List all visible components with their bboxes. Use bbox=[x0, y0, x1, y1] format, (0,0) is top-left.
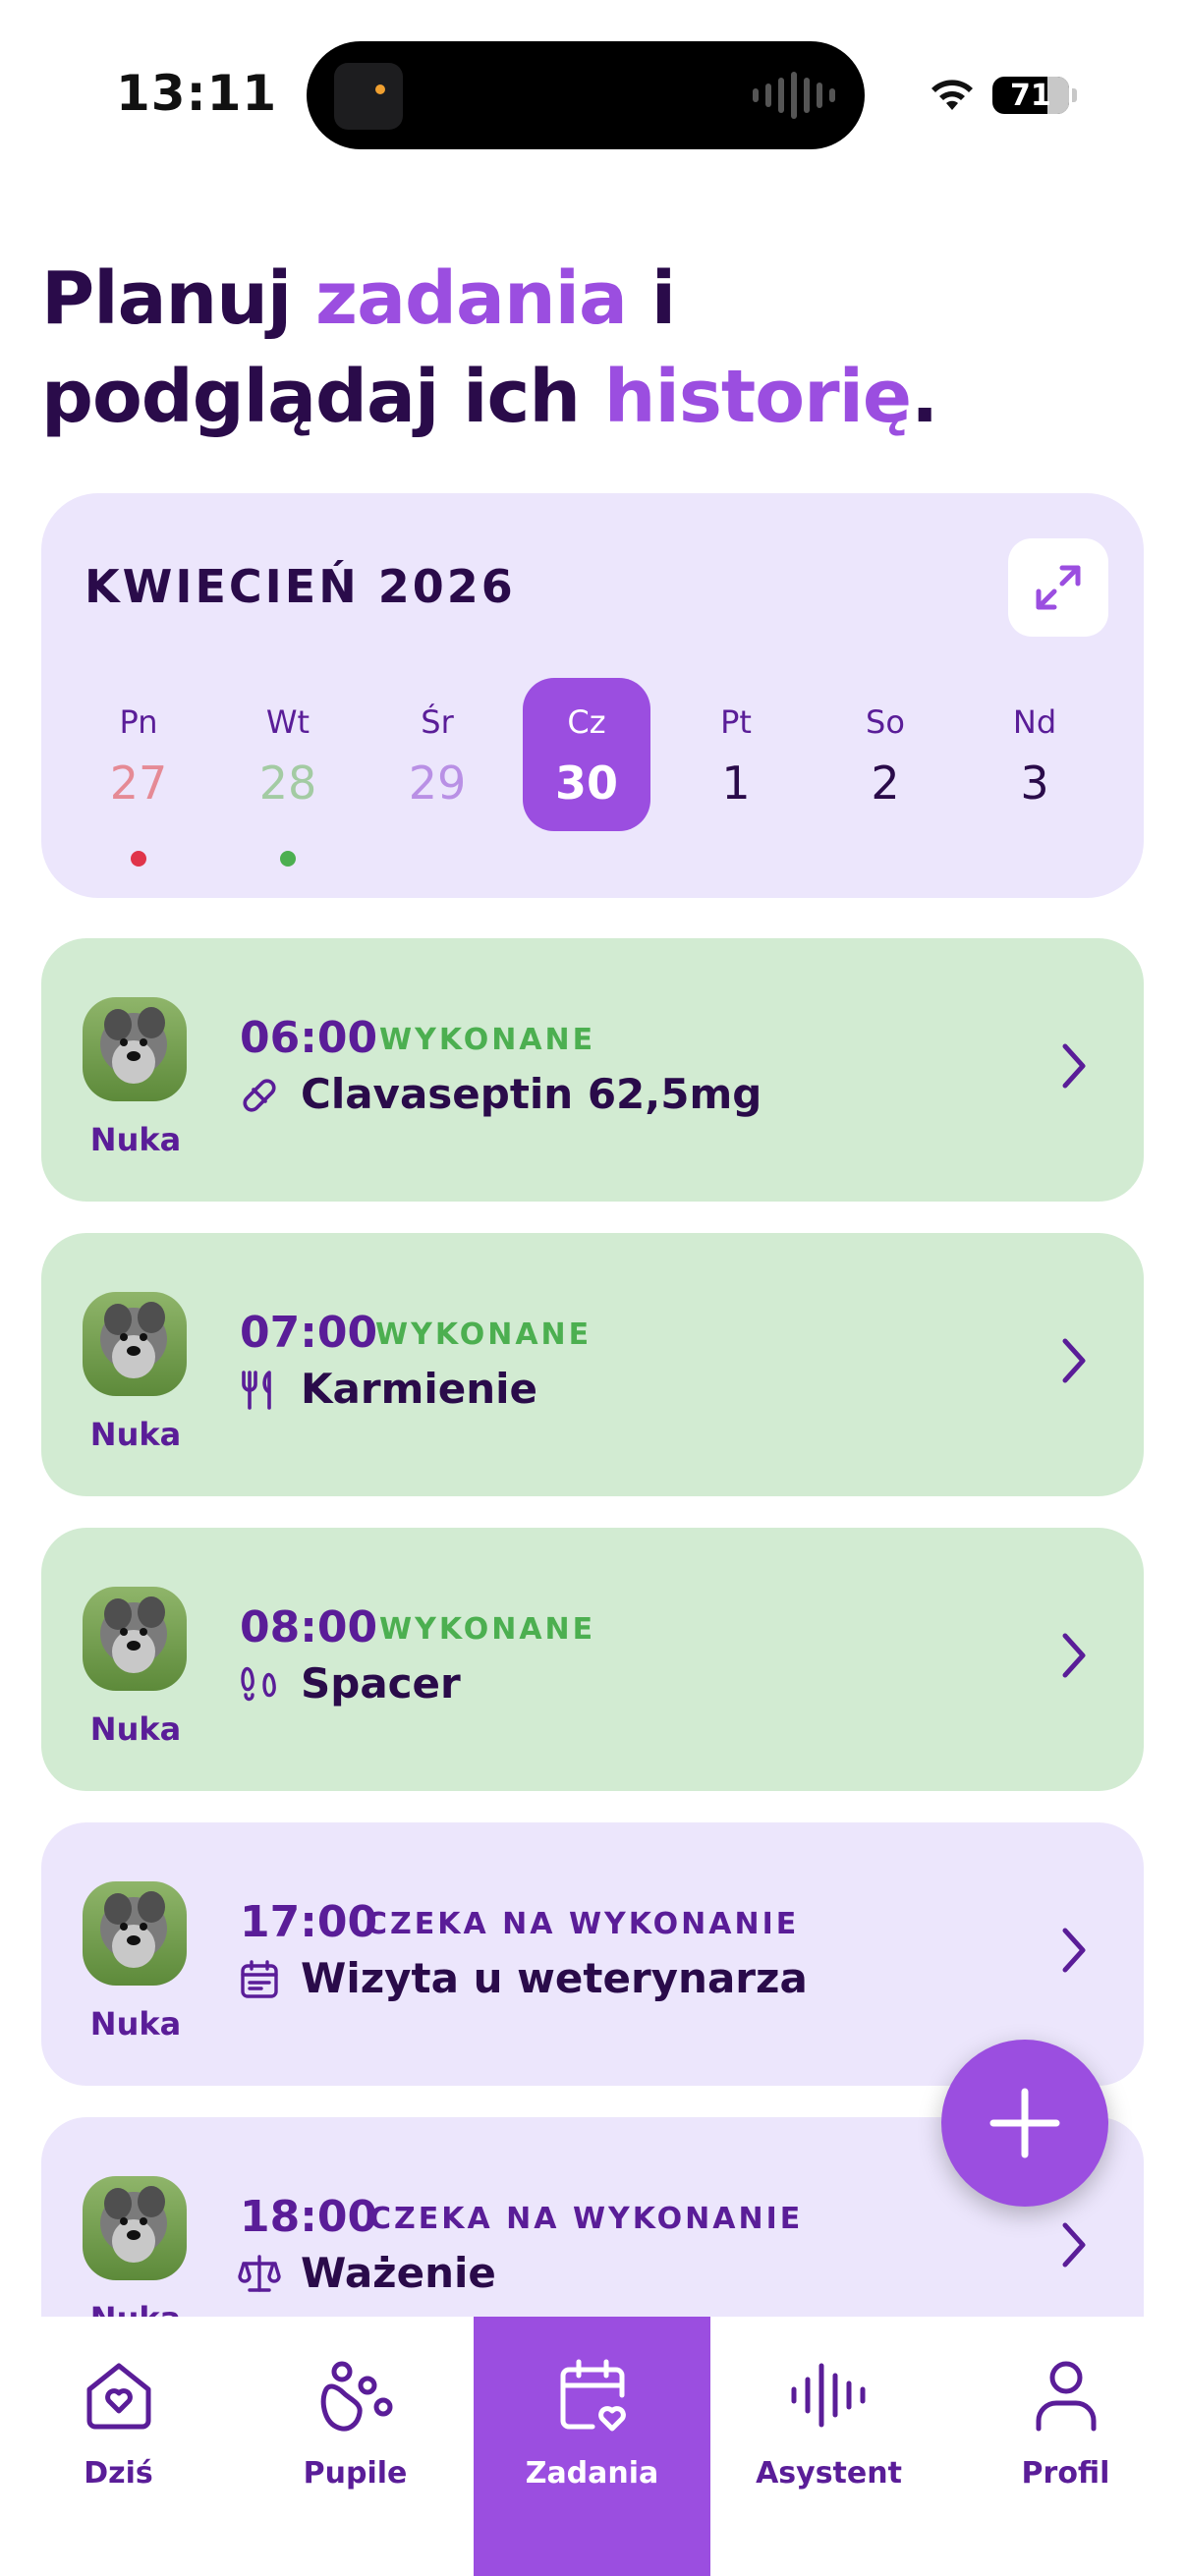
status-time: 13:11 bbox=[116, 65, 278, 122]
calendar-day[interactable]: Pn 27 bbox=[75, 678, 202, 831]
voice-wave-icon bbox=[791, 2363, 865, 2428]
task-status: WYKONANE bbox=[379, 1612, 596, 1647]
pet-avatar bbox=[83, 1292, 187, 1396]
pet-name: Nuka bbox=[89, 2005, 182, 2043]
calendar-day-selected[interactable]: Cz 30 bbox=[523, 678, 650, 831]
pet-avatar bbox=[83, 997, 187, 1101]
task-status: CZEKA NA WYKONANIE bbox=[366, 1907, 800, 1941]
task-title: Karmienie bbox=[301, 1365, 538, 1413]
pet-avatar bbox=[83, 2176, 187, 2280]
expand-icon bbox=[1036, 565, 1081, 610]
week-calendar: KWIECIEŃ 2026 Pn 27 Wt 28 Śr 29 Cz 30 Pt… bbox=[41, 493, 1144, 898]
task-title: Spacer bbox=[301, 1659, 461, 1708]
plus-icon bbox=[989, 2088, 1060, 2158]
nav-item-profil[interactable]: Profil bbox=[947, 2317, 1184, 2576]
home-heart-icon bbox=[86, 2363, 150, 2430]
calendar-day[interactable]: Pt 1 bbox=[672, 678, 800, 831]
calendar-day[interactable]: Nd 3 bbox=[971, 678, 1099, 831]
pet-name: Nuka bbox=[89, 1416, 182, 1453]
task-status: WYKONANE bbox=[379, 1023, 596, 1057]
task-time: 07:00 bbox=[240, 1308, 378, 1358]
task-status: CZEKA NA WYKONANIE bbox=[369, 2202, 804, 2236]
nav-item-asystent[interactable]: Asystent bbox=[710, 2317, 947, 2576]
calendar-month-label: KWIECIEŃ 2026 bbox=[85, 560, 516, 613]
done-task-dot bbox=[280, 851, 296, 867]
task-card[interactable]: Nuka 08:00 WYKONANE Spacer bbox=[41, 1528, 1144, 1791]
nav-item-dzis[interactable]: Dziś bbox=[0, 2317, 237, 2576]
task-title: Ważenie bbox=[301, 2249, 496, 2297]
chevron-right-icon bbox=[1062, 1338, 1086, 1383]
paw-icon bbox=[320, 2361, 392, 2432]
calendar-heart-icon bbox=[560, 2359, 626, 2432]
task-status: WYKONANE bbox=[375, 1317, 592, 1352]
pet-name: Nuka bbox=[89, 1710, 182, 1748]
pet-avatar bbox=[83, 1587, 187, 1691]
scale-icon bbox=[238, 2255, 281, 2292]
expand-calendar-button[interactable] bbox=[1008, 538, 1108, 637]
pet-avatar bbox=[83, 1881, 187, 1986]
chevron-right-icon bbox=[1062, 1043, 1086, 1089]
nav-item-pupile[interactable]: Pupile bbox=[237, 2317, 474, 2576]
battery-indicator: 71 bbox=[992, 77, 1069, 114]
calendar-icon bbox=[241, 1960, 278, 1998]
chevron-right-icon bbox=[1062, 1633, 1086, 1678]
page-headline: Planuj zadania i podglądaj ich historię. bbox=[41, 256, 938, 439]
task-time: 08:00 bbox=[240, 1602, 378, 1652]
task-title: Wizyta u weterynarza bbox=[301, 1954, 808, 2002]
pet-name: Nuka bbox=[89, 1121, 182, 1158]
task-time: 18:00 bbox=[240, 2192, 378, 2242]
calendar-day[interactable]: Śr 29 bbox=[373, 678, 501, 831]
nav-item-zadania[interactable]: Zadania bbox=[474, 2317, 710, 2576]
missed-task-dot bbox=[131, 851, 146, 867]
wifi-icon bbox=[931, 80, 973, 110]
calendar-day[interactable]: So 2 bbox=[821, 678, 949, 831]
dynamic-island bbox=[307, 41, 865, 149]
status-bar: 13:11 71 bbox=[0, 0, 1185, 187]
task-card[interactable]: Nuka 07:00 WYKONANE Karmienie bbox=[41, 1233, 1144, 1496]
pill-icon bbox=[243, 1079, 276, 1112]
audio-wave-icon bbox=[753, 71, 835, 120]
paw-walk-icon bbox=[241, 1666, 276, 1702]
add-task-button[interactable] bbox=[941, 2040, 1108, 2207]
task-time: 06:00 bbox=[240, 1013, 378, 1063]
task-time: 17:00 bbox=[240, 1897, 378, 1947]
fork-knife-icon bbox=[242, 1371, 271, 1410]
calendar-day[interactable]: Wt 28 bbox=[224, 678, 352, 831]
task-card[interactable]: Nuka 17:00 CZEKA NA WYKONANIE Wizyta u w… bbox=[41, 1822, 1144, 2086]
person-icon bbox=[1036, 2361, 1096, 2432]
pet-name: Nuka bbox=[69, 2300, 202, 2317]
bottom-navigation: Dziś Pupile Zadania Asystent Profil bbox=[0, 2317, 1185, 2576]
chevron-right-icon bbox=[1062, 1928, 1086, 1973]
chevron-right-icon bbox=[1062, 2222, 1086, 2268]
task-card[interactable]: Nuka 06:00 WYKONANE Clavaseptin 62,5mg bbox=[41, 938, 1144, 1202]
calendar-days: Pn 27 Wt 28 Śr 29 Cz 30 Pt 1 So 2 Nd 3 bbox=[75, 678, 1120, 867]
now-playing-thumbnail bbox=[334, 63, 403, 130]
task-title: Clavaseptin 62,5mg bbox=[301, 1070, 762, 1118]
